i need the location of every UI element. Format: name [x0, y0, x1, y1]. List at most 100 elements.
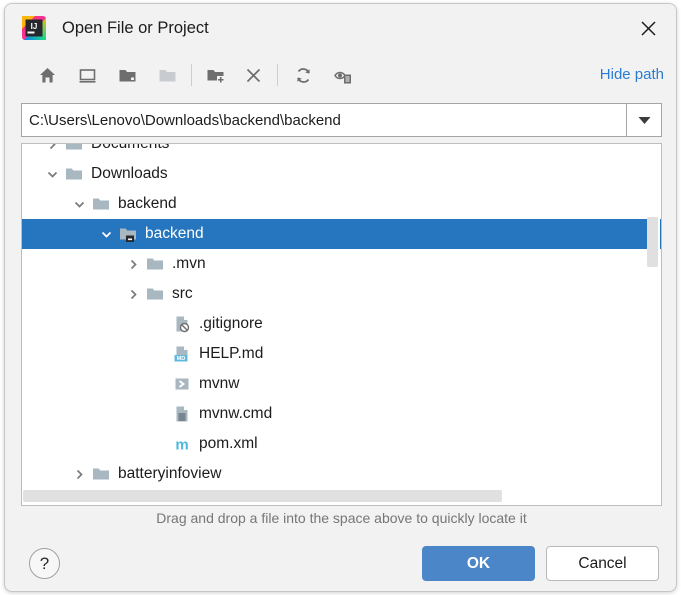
tree-row[interactable]: mvnw.cmd [22, 399, 661, 429]
tree-row[interactable]: batteryinfoview [22, 459, 661, 488]
tree-vertical-scrollbar[interactable] [647, 145, 660, 488]
chevron-right-icon [130, 259, 137, 269]
tree-collapse-toggle[interactable] [122, 249, 144, 279]
tree-row[interactable]: Documents [22, 144, 661, 159]
chevron-down-icon [47, 171, 57, 178]
path-dropdown-button[interactable] [626, 103, 662, 137]
new-folder-icon [207, 69, 224, 83]
close-icon [640, 20, 656, 36]
folder-icon [90, 189, 112, 219]
tree-horizontal-scrollbar-thumb[interactable] [23, 490, 502, 502]
text-file-icon [171, 399, 193, 429]
folder-icon [93, 468, 109, 480]
gitignore-file-icon [171, 309, 193, 339]
tree-row[interactable]: m pom.xml [22, 429, 661, 459]
tree-collapse-toggle[interactable] [68, 459, 90, 488]
help-button[interactable]: ? [29, 548, 60, 579]
tree-row-arrow-placeholder [149, 429, 171, 459]
desktop-icon [79, 68, 95, 83]
file-tree: Documents Downloads backend backend .mvn src.… [22, 144, 661, 488]
ok-button[interactable]: OK [422, 546, 535, 581]
tree-collapse-toggle[interactable] [41, 144, 63, 159]
folder-icon [66, 144, 82, 150]
tree-row[interactable]: mvnw [22, 369, 661, 399]
open-file-or-project-dialog: IJ Open File or Project Hide path C:\Use… [4, 3, 677, 592]
tree-row-label: backend [145, 225, 204, 242]
delete-icon [246, 68, 260, 82]
shell-script-file-icon [171, 369, 193, 399]
folder-icon [144, 249, 166, 279]
chevron-right-icon [76, 469, 83, 479]
page-title: Open File or Project [62, 19, 209, 37]
project-directory-button[interactable] [112, 60, 142, 90]
tree-row-arrow-placeholder [149, 399, 171, 429]
close-button[interactable] [630, 12, 666, 44]
folder-icon [93, 198, 109, 210]
tree-row[interactable]: Downloads [22, 159, 661, 189]
tree-row[interactable]: src [22, 279, 661, 309]
tree-expand-toggle[interactable] [68, 189, 90, 219]
svg-text:m: m [175, 437, 188, 454]
desktop-button[interactable] [72, 60, 102, 90]
path-input[interactable] [21, 103, 626, 137]
maven-file-icon: m [175, 437, 188, 454]
chevron-down-icon [74, 201, 84, 208]
maven-file-icon: m [171, 429, 193, 459]
show-hidden-files-icon [334, 71, 351, 83]
tree-vertical-scrollbar-thumb[interactable] [647, 217, 658, 267]
tree-row[interactable]: .mvn [22, 249, 661, 279]
tree-collapse-toggle[interactable] [122, 279, 144, 309]
path-combobox [21, 103, 662, 137]
tree-row-label: HELP.md [199, 345, 264, 362]
drag-drop-hint: Drag and drop a file into the space abov… [156, 510, 527, 526]
folder-icon [90, 459, 112, 488]
chevron-right-icon [49, 144, 56, 149]
tree-horizontal-scrollbar[interactable] [23, 488, 661, 504]
cancel-button[interactable]: Cancel [546, 546, 659, 581]
home-icon [39, 67, 55, 82]
folder-icon [147, 258, 163, 270]
delete-button[interactable] [238, 60, 268, 90]
tree-row-label: mvnw.cmd [199, 405, 273, 422]
tree-expand-toggle[interactable] [95, 219, 117, 249]
tree-row-label: backend [118, 195, 177, 212]
tree-expand-toggle[interactable] [41, 159, 63, 189]
tree-row[interactable]: MD HELP.md [22, 339, 661, 369]
markdown-file-icon: MD [174, 346, 188, 362]
dialog-titlebar: IJ Open File or Project [5, 4, 676, 52]
folder-icon [63, 144, 85, 159]
tree-row[interactable]: .gitignore [22, 309, 661, 339]
dialog-toolbar: Hide path [5, 52, 676, 98]
module-folder-icon [120, 228, 136, 242]
file-tree-panel: Documents Downloads backend backend .mvn src.… [21, 143, 662, 506]
tree-row-arrow-placeholder [149, 369, 171, 399]
module-folder-icon [159, 69, 175, 81]
project-folder-icon [119, 69, 135, 81]
tree-row-arrow-placeholder [149, 309, 171, 339]
refresh-button[interactable] [288, 60, 318, 90]
tree-row[interactable]: backend [22, 219, 661, 249]
gitignore-file-icon [176, 316, 190, 333]
svg-text:MD: MD [177, 356, 186, 362]
chevron-down-icon [638, 116, 650, 124]
tree-row[interactable]: backend [22, 189, 661, 219]
folder-icon [63, 159, 85, 189]
home-button[interactable] [32, 60, 62, 90]
tree-row-label: mvnw [199, 375, 240, 392]
tree-row-label: pom.xml [199, 435, 258, 452]
chevron-right-icon [130, 289, 137, 299]
tree-row-label: .mvn [172, 255, 206, 272]
folder-icon [147, 288, 163, 300]
hide-path-link[interactable]: Hide path [600, 66, 664, 83]
dialog-footer: ? OK Cancel [5, 534, 676, 591]
markdown-file-icon: MD [171, 339, 193, 369]
tree-row-label: .gitignore [199, 315, 263, 332]
tree-row-label: src [172, 285, 193, 302]
tree-row-arrow-placeholder [149, 339, 171, 369]
refresh-icon [296, 67, 310, 83]
new-folder-button[interactable] [200, 60, 230, 90]
tree-row-label: batteryinfoview [118, 465, 222, 482]
show-hidden-files-button[interactable] [328, 60, 358, 90]
folder-icon [144, 279, 166, 309]
intellij-idea-logo-icon: IJ [21, 15, 47, 41]
